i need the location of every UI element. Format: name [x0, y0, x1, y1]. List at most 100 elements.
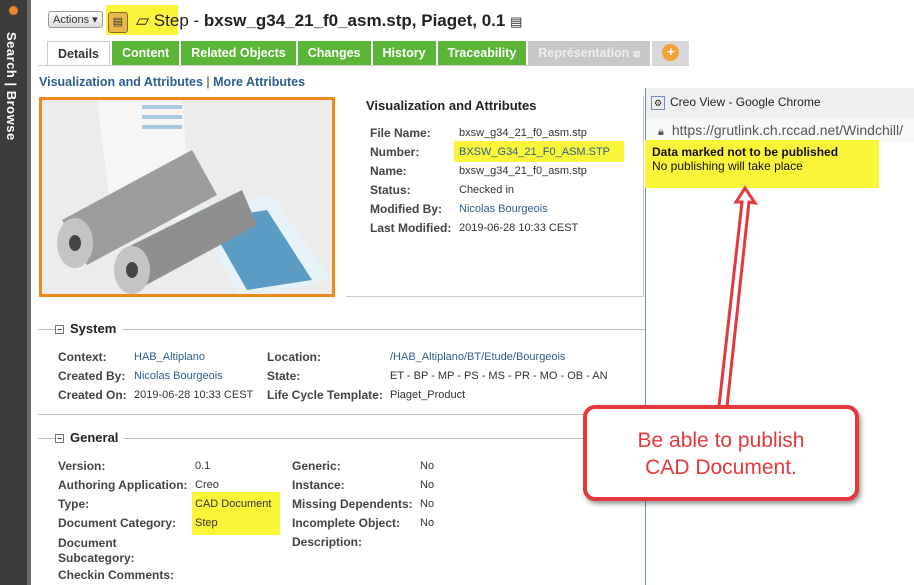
tab-history[interactable]: History: [372, 41, 436, 66]
vis-values: bxsw_g34_21_f0_asm.stp BXSW_G34_21_F0_AS…: [459, 124, 610, 238]
label-document-subcategory: Document Subcategory:: [58, 536, 135, 565]
label-checkin-comments: Checkin Comments:: [58, 568, 175, 582]
label-context: Context:: [58, 350, 107, 364]
message-body: No publishing will take place: [652, 159, 803, 173]
value-missing-dependents: No: [420, 498, 435, 510]
value-generic: No: [420, 460, 435, 472]
popup-title: Creo View - Google Chrome: [670, 95, 821, 109]
label-status: Status:: [370, 183, 411, 197]
value-authoring-application: Creo: [195, 479, 219, 491]
thumbnail-image[interactable]: [39, 97, 335, 297]
title-main: bxsw_g34_21_f0_asm.stp, Piaget, 0.1: [203, 11, 506, 30]
tab-bar: Details Content Related Objects Changes …: [47, 41, 691, 66]
lock-icon: 🔒︎: [658, 126, 664, 138]
tab-traceability[interactable]: Traceability: [437, 41, 527, 66]
tab-details[interactable]: Details: [47, 41, 110, 66]
actions-label: Actions: [53, 14, 90, 26]
value-location[interactable]: /HAB_Altiplano/BT/Etude/Bourgeois: [390, 348, 608, 367]
label-incomplete-object: Incomplete Object:: [292, 516, 401, 530]
value-created-by[interactable]: Nicolas Bourgeois: [134, 367, 253, 386]
value-version: 0.1: [195, 460, 211, 472]
system-labels-col2: Location: State: Life Cycle Template:: [267, 348, 383, 405]
section-links: Visualization and Attributes | More Attr…: [39, 75, 305, 89]
label-name: Name:: [370, 164, 407, 178]
value-state: ET - BP - MP - PS - MS - PR - MO - OB - …: [390, 370, 608, 382]
value-life-cycle-template: Piaget_Product: [390, 389, 466, 401]
system-values-col2: /HAB_Altiplano/BT/Etude/Bourgeois ET - B…: [390, 348, 608, 405]
label-state: State:: [267, 369, 301, 383]
pin-icon[interactable]: [9, 6, 18, 15]
value-name: bxsw_g34_21_f0_asm.stp: [459, 165, 587, 177]
value-last-modified: 2019-06-28 10:33 CEST: [459, 222, 579, 234]
label-authoring-application: Authoring Application:: [58, 478, 188, 492]
tab-representation-label: Représentation: [538, 46, 630, 60]
document-icon[interactable]: ▤: [108, 12, 128, 33]
tab-representation[interactable]: Représentation ⊠: [528, 41, 651, 66]
divider: [38, 329, 648, 330]
value-status: Checked in: [459, 184, 515, 196]
callout-line-2: CAD Document.: [645, 456, 797, 479]
value-created-on: 2019-06-28 10:33 CEST: [134, 389, 254, 401]
tab-changes[interactable]: Changes: [297, 41, 371, 66]
value-context[interactable]: HAB_Altiplano: [134, 348, 253, 367]
label-instance: Instance:: [292, 478, 345, 492]
link-visualization[interactable]: Visualization and Attributes: [39, 75, 203, 89]
title-prefix: Step -: [153, 11, 204, 30]
callout-arrow: [716, 185, 759, 418]
callout-box: Be able to publish CAD Document.: [583, 405, 859, 501]
value-file-name: bxsw_g34_21_f0_asm.stp: [459, 127, 587, 139]
app-icon: ⚙: [651, 96, 665, 110]
label-file-name: File Name:: [370, 126, 431, 140]
general-values-col1: 0.1 Creo CAD Document Step: [195, 457, 271, 533]
callout-line-1: Be able to publish: [637, 429, 805, 452]
separator: |: [206, 75, 210, 89]
divider: [38, 65, 648, 66]
general-section-toggle[interactable]: − General: [55, 430, 125, 445]
label-type: Type:: [58, 497, 90, 511]
close-icon[interactable]: ⊠: [633, 49, 641, 59]
link-more-attributes[interactable]: More Attributes: [213, 75, 305, 89]
tab-related-objects[interactable]: Related Objects: [181, 41, 296, 66]
page-title: ▱ Step - bxsw_g34_21_f0_asm.stp, Piaget,…: [136, 11, 523, 30]
value-number[interactable]: BXSW_G34_21_F0_ASM.STP: [459, 143, 610, 162]
add-tab-button[interactable]: +: [652, 41, 690, 66]
plus-icon: +: [662, 44, 680, 61]
label-location: Location:: [267, 350, 321, 364]
general-values-col2: No No No No: [420, 457, 434, 533]
label-modified-by: Modified By:: [370, 202, 442, 216]
general-heading: General: [70, 430, 119, 445]
value-type: CAD Document: [195, 498, 272, 510]
label-missing-dependents: Missing Dependents:: [292, 497, 413, 511]
vis-labels: File Name: Number: Name: Status: Modifie…: [370, 124, 451, 238]
divider: [38, 414, 648, 415]
collapse-icon: −: [55, 434, 64, 443]
general-labels-col2: Generic: Instance: Missing Dependents: I…: [292, 457, 413, 552]
actions-menu-button[interactable]: Actions ▾: [48, 11, 103, 28]
url-bar[interactable]: 🔒︎ https://grutlink.ch.rccad.net/Windchil…: [646, 118, 914, 142]
message-title: Data marked not to be published: [652, 145, 839, 159]
label-description: Description:: [292, 535, 363, 549]
tab-content[interactable]: Content: [112, 41, 180, 66]
popup-title-bar[interactable]: ⚙ Creo View - Google Chrome: [646, 88, 914, 118]
label-version: Version:: [58, 459, 106, 473]
label-document-category: Document Category:: [58, 516, 177, 530]
value-document-category: Step: [195, 517, 218, 529]
collapse-icon: −: [55, 325, 64, 334]
label-number: Number:: [370, 145, 420, 159]
info-icon[interactable]: ▤: [510, 14, 522, 29]
url-text: https://grutlink.ch.rccad.net/Windchill/: [671, 122, 903, 138]
system-labels-col1: Context: Created By: Created On:: [58, 348, 127, 405]
label-last-modified: Last Modified:: [370, 221, 452, 235]
label-generic: Generic:: [292, 459, 341, 473]
search-browse-toggle[interactable]: Search | Browse: [4, 32, 19, 141]
label-created-on: Created On:: [58, 388, 127, 402]
system-section-toggle[interactable]: − System: [55, 321, 123, 336]
general-labels-col1: Version: Authoring Application: Type: Do…: [58, 457, 188, 585]
value-modified-by[interactable]: Nicolas Bourgeois: [459, 200, 610, 219]
label-created-by: Created By:: [58, 369, 126, 383]
label-life-cycle-template: Life Cycle Template:: [267, 388, 383, 402]
system-values-col1: HAB_Altiplano Nicolas Bourgeois 2019-06-…: [134, 348, 253, 405]
system-heading: System: [70, 321, 117, 336]
value-incomplete-object: No: [420, 517, 435, 529]
divider: [38, 438, 648, 439]
